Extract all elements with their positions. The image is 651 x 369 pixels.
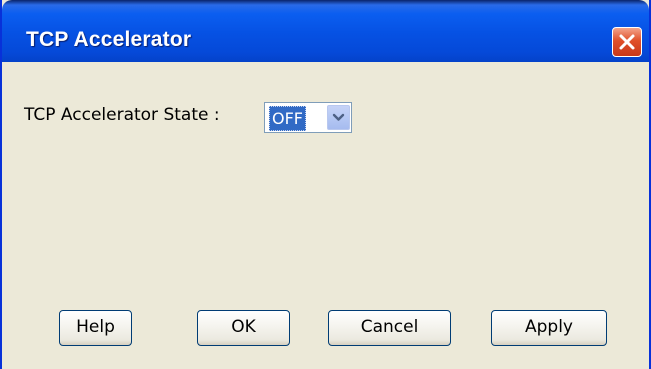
title-bar[interactable]: TCP Accelerator xyxy=(2,0,649,62)
dialog-content: TCP Accelerator State : OFF Help OK Canc… xyxy=(2,62,649,369)
close-button[interactable] xyxy=(612,27,642,57)
state-select-value: OFF xyxy=(269,106,306,131)
state-select[interactable]: OFF xyxy=(264,102,352,133)
window-title: TCP Accelerator xyxy=(26,28,192,51)
state-label: TCP Accelerator State : xyxy=(24,105,220,125)
dialog-window: TCP Accelerator TCP Accelerator State : … xyxy=(0,0,651,369)
chevron-down-icon xyxy=(332,113,345,121)
dropdown-button[interactable] xyxy=(327,105,350,130)
close-icon xyxy=(619,34,635,50)
help-button[interactable]: Help xyxy=(59,310,132,346)
ok-button[interactable]: OK xyxy=(197,310,290,346)
cancel-button[interactable]: Cancel xyxy=(328,310,451,346)
apply-button[interactable]: Apply xyxy=(491,310,607,346)
